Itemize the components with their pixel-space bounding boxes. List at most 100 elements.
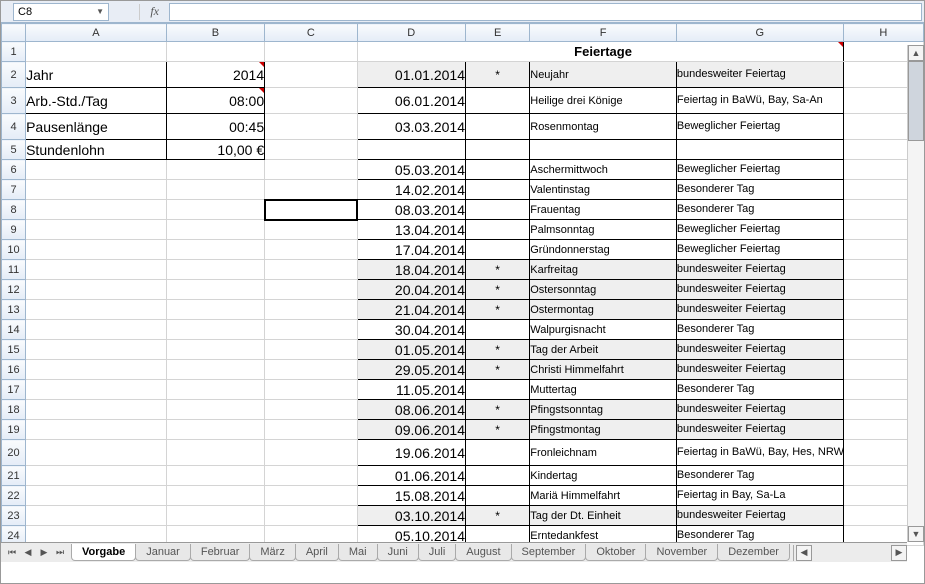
setting-label[interactable]: Stundenlohn: [26, 140, 167, 160]
cell[interactable]: [26, 160, 167, 180]
holiday-name[interactable]: Walpurgisnacht: [530, 320, 677, 340]
scroll-down-icon[interactable]: ▼: [908, 526, 924, 542]
holiday-star[interactable]: [465, 486, 529, 506]
sheet-tab-januar[interactable]: Januar: [135, 544, 191, 561]
holiday-date[interactable]: 01.05.2014: [357, 340, 465, 360]
holiday-star[interactable]: *: [465, 300, 529, 320]
cell[interactable]: [357, 42, 465, 62]
holiday-date[interactable]: 15.08.2014: [357, 486, 465, 506]
holiday-desc[interactable]: Feiertag in Bay, Sa-La: [676, 486, 843, 506]
holiday-name[interactable]: Valentinstag: [530, 180, 677, 200]
holiday-date[interactable]: 06.01.2014: [357, 88, 465, 114]
holiday-desc[interactable]: Besonderer Tag: [676, 466, 843, 486]
row-header-10[interactable]: 10: [2, 240, 26, 260]
tab-nav-prev-icon[interactable]: ◀: [21, 546, 35, 560]
holiday-date[interactable]: 03.10.2014: [357, 506, 465, 526]
holiday-date[interactable]: [357, 140, 465, 160]
holiday-date[interactable]: 08.06.2014: [357, 400, 465, 420]
vertical-scrollbar[interactable]: ▲ ▼: [907, 45, 924, 542]
sheet-tab-märz[interactable]: März: [249, 544, 295, 561]
sheet-tab-mai[interactable]: Mai: [338, 544, 378, 561]
cell[interactable]: [265, 300, 357, 320]
holiday-date[interactable]: 29.05.2014: [357, 360, 465, 380]
cell[interactable]: [166, 42, 264, 62]
row-header-6[interactable]: 6: [2, 160, 26, 180]
cell[interactable]: [166, 180, 264, 200]
col-header-F[interactable]: F: [530, 24, 677, 42]
cell[interactable]: [26, 400, 167, 420]
cell[interactable]: [265, 42, 357, 62]
cell[interactable]: [166, 486, 264, 506]
tab-nav-last-icon[interactable]: ⏭: [53, 546, 67, 560]
cell[interactable]: [26, 360, 167, 380]
holiday-name[interactable]: Gründonnerstag: [530, 240, 677, 260]
row-header-20[interactable]: 20: [2, 440, 26, 466]
holiday-name[interactable]: [530, 140, 677, 160]
row-header-9[interactable]: 9: [2, 220, 26, 240]
holiday-name[interactable]: Ostersonntag: [530, 280, 677, 300]
holiday-star[interactable]: [465, 200, 529, 220]
holiday-name[interactable]: Fronleichnam: [530, 440, 677, 466]
holiday-desc[interactable]: Besonderer Tag: [676, 200, 843, 220]
row-header-15[interactable]: 15: [2, 340, 26, 360]
cell[interactable]: [26, 420, 167, 440]
hscroll-right-icon[interactable]: ▶: [891, 545, 907, 561]
cell[interactable]: [26, 240, 167, 260]
holiday-desc[interactable]: bundesweiter Feiertag: [676, 280, 843, 300]
fx-icon[interactable]: fx: [144, 4, 165, 19]
holiday-date[interactable]: 18.04.2014: [357, 260, 465, 280]
setting-value[interactable]: 2014: [166, 62, 264, 88]
row-header-2[interactable]: 2: [2, 62, 26, 88]
holiday-name[interactable]: Kindertag: [530, 466, 677, 486]
row-header-4[interactable]: 4: [2, 114, 26, 140]
holiday-date[interactable]: 01.06.2014: [357, 466, 465, 486]
setting-value[interactable]: 10,00 €: [166, 140, 264, 160]
sheet-tab-november[interactable]: November: [645, 544, 718, 561]
row-header-19[interactable]: 19: [2, 420, 26, 440]
holiday-date[interactable]: 21.04.2014: [357, 300, 465, 320]
holiday-date[interactable]: 30.04.2014: [357, 320, 465, 340]
holiday-desc[interactable]: Besonderer Tag: [676, 320, 843, 340]
scroll-thumb[interactable]: [908, 61, 924, 141]
holiday-name[interactable]: Christi Himmelfahrt: [530, 360, 677, 380]
cell[interactable]: [265, 420, 357, 440]
sheet-tab-dezember[interactable]: Dezember: [717, 544, 790, 561]
holiday-star[interactable]: [465, 380, 529, 400]
holiday-desc[interactable]: Besonderer Tag: [676, 380, 843, 400]
holiday-star[interactable]: [465, 180, 529, 200]
cell[interactable]: [26, 506, 167, 526]
holidays-header[interactable]: Feiertage: [530, 42, 677, 62]
cell[interactable]: [265, 140, 357, 160]
sheet-tab-september[interactable]: September: [511, 544, 587, 561]
tab-nav-first-icon[interactable]: ⏮: [5, 546, 19, 560]
sheet-tab-februar[interactable]: Februar: [190, 544, 251, 561]
holiday-star[interactable]: *: [465, 280, 529, 300]
holiday-desc[interactable]: bundesweiter Feiertag: [676, 62, 843, 88]
select-all-corner[interactable]: [2, 24, 26, 42]
cell[interactable]: [166, 440, 264, 466]
cell[interactable]: [265, 88, 357, 114]
holiday-star[interactable]: *: [465, 420, 529, 440]
holiday-name[interactable]: Pfingstmontag: [530, 420, 677, 440]
row-header-16[interactable]: 16: [2, 360, 26, 380]
cell[interactable]: [26, 340, 167, 360]
name-box[interactable]: C8 ▼: [13, 3, 109, 21]
holiday-desc[interactable]: Feiertag in BaWü, Bay, Hes, NRW, Rh-Pf, …: [676, 440, 843, 466]
formula-input[interactable]: [169, 3, 922, 21]
holiday-name[interactable]: Heilige drei Könige: [530, 88, 677, 114]
holiday-date[interactable]: 05.03.2014: [357, 160, 465, 180]
cell[interactable]: [676, 42, 843, 62]
sheet-tab-august[interactable]: August: [455, 544, 511, 561]
cell[interactable]: [465, 42, 529, 62]
holiday-date[interactable]: 09.06.2014: [357, 420, 465, 440]
holiday-star[interactable]: *: [465, 340, 529, 360]
holiday-star[interactable]: [465, 466, 529, 486]
holiday-desc[interactable]: bundesweiter Feiertag: [676, 260, 843, 280]
cell[interactable]: [26, 300, 167, 320]
cell[interactable]: [265, 260, 357, 280]
cell[interactable]: [26, 180, 167, 200]
cell[interactable]: [166, 220, 264, 240]
holiday-star[interactable]: *: [465, 62, 529, 88]
setting-value[interactable]: 08:00: [166, 88, 264, 114]
cell[interactable]: [166, 240, 264, 260]
